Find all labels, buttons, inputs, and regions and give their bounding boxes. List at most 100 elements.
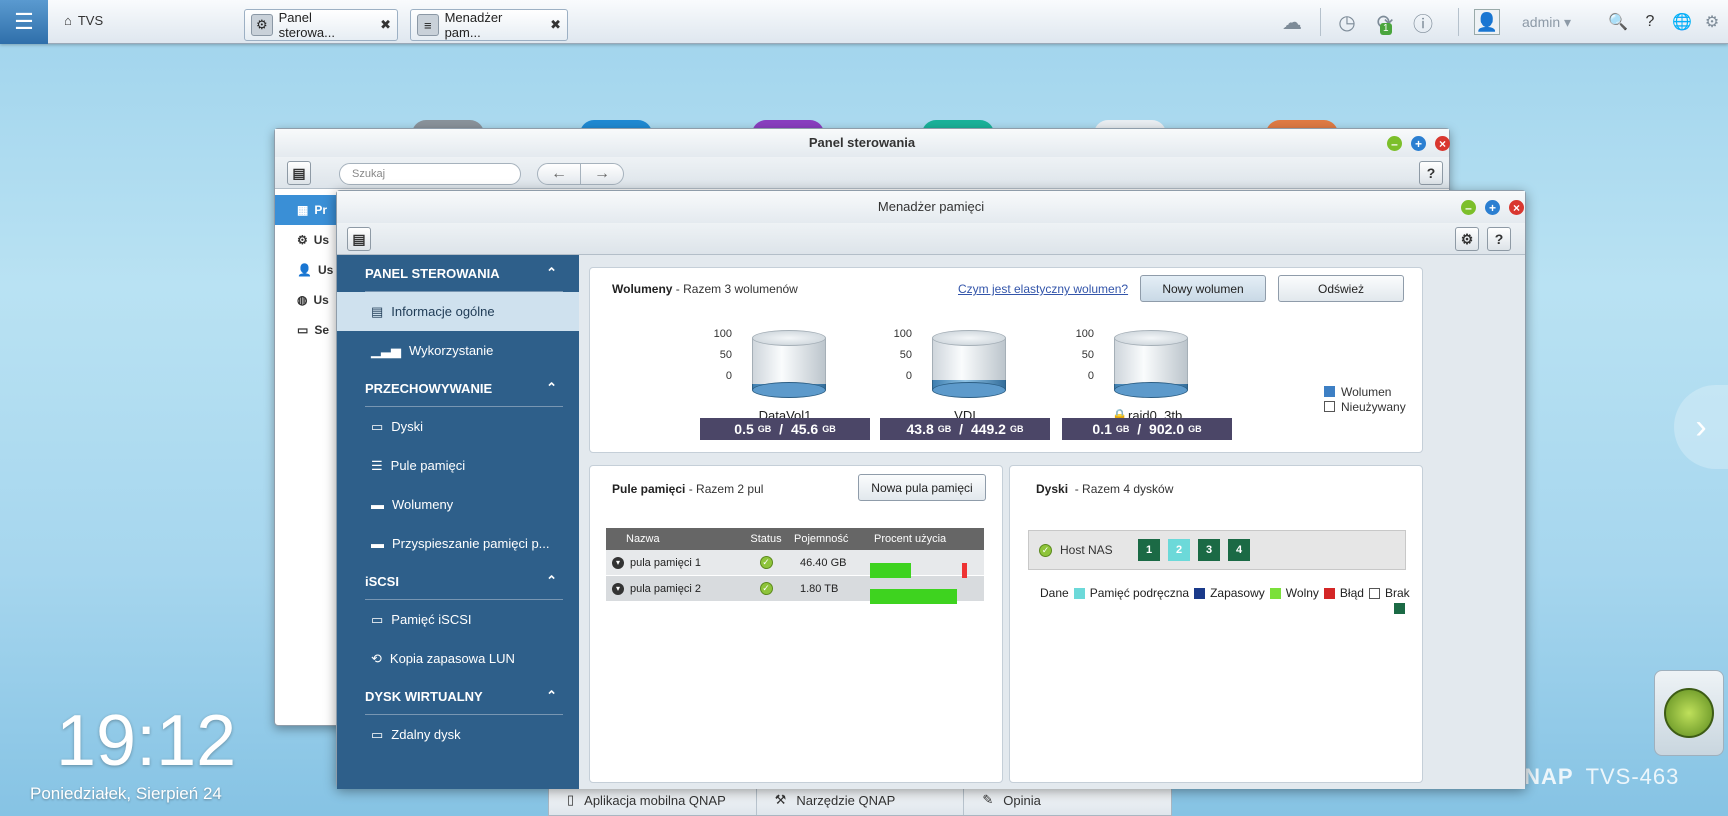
- avatar[interactable]: 👤: [1474, 9, 1500, 35]
- nav-item-cache-acceleration[interactable]: ▬ Przyspieszanie pamięci p...: [337, 524, 579, 563]
- sidebar-item-system[interactable]: ⚙ Us: [275, 225, 337, 255]
- search-input[interactable]: Szukaj: [339, 163, 521, 185]
- maximize-button[interactable]: +: [1485, 200, 1500, 215]
- cloud-icon[interactable]: ☁: [1278, 10, 1306, 34]
- elastic-volume-link[interactable]: Czym jest elastyczny wolumen?: [958, 282, 1128, 296]
- search-icon[interactable]: 🔍: [1608, 10, 1628, 34]
- pools-title: Pule pamięci - Razem 2 pul: [612, 482, 764, 496]
- dashboard-widget[interactable]: [1654, 670, 1724, 756]
- gear-icon: ⚙: [251, 14, 273, 36]
- volume-axis: 100 50 0: [1075, 328, 1094, 382]
- nav-item-remote-disk[interactable]: ▭ Zdalny dysk: [337, 715, 579, 754]
- window-toolbar: ▤ ⚙ ?: [337, 223, 1525, 255]
- minimize-button[interactable]: –: [1387, 136, 1402, 151]
- layout-toggle-button[interactable]: ▤: [347, 227, 371, 251]
- table-header: Nazwa Status Pojemność Procent użycia: [606, 528, 984, 550]
- tab-storage-manager[interactable]: ≡ Menadżer pam... ✖: [410, 9, 568, 41]
- qnap-utility-button[interactable]: ⚒ Narzędzie QNAP: [757, 785, 965, 815]
- sidebar-item-users[interactable]: 👤 Us: [275, 255, 337, 285]
- status-ok-icon: ✓: [759, 582, 773, 595]
- close-icon[interactable]: ✖: [550, 17, 561, 33]
- nav-item-overview[interactable]: ▤ Informacje ogólne: [337, 292, 579, 331]
- volume-cylinder: [752, 330, 826, 398]
- disk-slot-2[interactable]: 2: [1168, 539, 1190, 561]
- hammer-icon: ⚒: [774, 792, 787, 807]
- control-panel-sidebar: ▦ Pr ⚙ Us 👤 Us ◍ Us ▭ Se: [275, 195, 337, 345]
- nav-item-iscsi-storage[interactable]: ▭ Pamięć iSCSI: [337, 600, 579, 639]
- expand-icon[interactable]: ▾: [612, 556, 624, 569]
- ssd-icon: ▬: [371, 536, 384, 551]
- back-button[interactable]: ←: [537, 163, 581, 185]
- volume-icon: ▬: [371, 497, 384, 512]
- chevron-up-icon: ⌃: [546, 380, 557, 395]
- nav-item-disks[interactable]: ▭ Dyski: [337, 407, 579, 446]
- legend-item: Wolumen: [1324, 384, 1406, 399]
- volume-cylinder: [932, 330, 1006, 398]
- nav-item-lun-backup[interactable]: ⟲ Kopia zapasowa LUN: [337, 639, 579, 678]
- disk-slot-1[interactable]: 1: [1138, 539, 1160, 561]
- home-button[interactable]: ⌂ TVS: [64, 13, 103, 28]
- main-menu-button[interactable]: ☰: [0, 0, 48, 44]
- refresh-button[interactable]: Odśwież: [1278, 275, 1404, 302]
- tab-control-panel[interactable]: ⚙ Panel sterowa... ✖: [244, 9, 398, 41]
- clock-icon[interactable]: ◷: [1334, 10, 1360, 34]
- close-button[interactable]: ×: [1435, 136, 1450, 151]
- nav-item-storage-pools[interactable]: ☰ Pule pamięci: [337, 446, 579, 485]
- status-ok-icon: ✓: [759, 556, 773, 569]
- new-volume-button[interactable]: Nowy wolumen: [1140, 275, 1266, 302]
- help-icon[interactable]: ?: [1640, 10, 1660, 34]
- feedback-button[interactable]: ✎ Opinia: [964, 785, 1171, 815]
- language-icon[interactable]: 🌐: [1672, 10, 1692, 34]
- forward-button[interactable]: →: [580, 163, 624, 185]
- phone-icon: ▯: [567, 792, 575, 807]
- disk-slot-4[interactable]: 4: [1228, 539, 1250, 561]
- volumes-title: Wolumeny - Razem 3 wolumenów: [612, 282, 798, 296]
- host-nas-row[interactable]: ✓ Host NAS 1 2 3 4: [1028, 530, 1406, 570]
- storage-pools-panel: Pule pamięci - Razem 2 pul Nowa pula pam…: [589, 465, 1003, 783]
- help-button[interactable]: ?: [1419, 161, 1443, 185]
- close-button[interactable]: ×: [1509, 200, 1524, 215]
- chevron-up-icon: ⌃: [546, 265, 557, 280]
- sidebar-item-network[interactable]: ◍ Us: [275, 285, 337, 315]
- help-button[interactable]: ?: [1487, 227, 1511, 251]
- volume-axis: 100 50 0: [713, 328, 732, 382]
- nav-section-control-panel[interactable]: PANEL STEROWANIA ⌃: [337, 255, 579, 291]
- nav-item-utilization[interactable]: ▁▃▅ Wykorzystanie: [337, 331, 579, 370]
- disk-slot-3[interactable]: 3: [1198, 539, 1220, 561]
- nav-item-volumes[interactable]: ▬ Wolumeny: [337, 485, 579, 524]
- home-icon: ⌂: [64, 13, 72, 28]
- window-title: Menadżer pamięci: [337, 191, 1525, 223]
- edit-icon: ✎: [982, 792, 994, 807]
- minimize-button[interactable]: –: [1461, 200, 1476, 215]
- pool-icon: ☰: [371, 457, 383, 473]
- settings-button[interactable]: ⚙: [1455, 227, 1479, 251]
- gear-icon: ⚙: [297, 233, 308, 247]
- iscsi-icon: ▭: [371, 611, 384, 627]
- main-content: Wolumeny - Razem 3 wolumenów Czym jest e…: [579, 255, 1525, 789]
- nav-section-storage[interactable]: PRZECHOWYWANIE ⌃: [337, 370, 579, 406]
- volume-capacity: 43.8 GB / 449.2 GB: [880, 418, 1050, 440]
- close-icon[interactable]: ✖: [380, 17, 391, 33]
- user-menu[interactable]: admin ▾: [1522, 14, 1571, 31]
- table-row[interactable]: ▾ pula pamięci 2 ✓ 1.80 TB: [606, 576, 984, 604]
- mobile-app-button[interactable]: ▯ Aplikacja mobilna QNAP: [549, 785, 757, 815]
- chevron-up-icon: ⌃: [546, 688, 557, 703]
- layout-toggle-button[interactable]: ▤: [287, 161, 311, 185]
- maximize-button[interactable]: +: [1411, 136, 1426, 151]
- next-page-arrow[interactable]: ›: [1674, 385, 1728, 469]
- nav-section-virtual-disk[interactable]: DYSK WIRTUALNY ⌃: [337, 678, 579, 714]
- sidebar-item-privilege[interactable]: ▦ Pr: [275, 195, 337, 225]
- desktop-date: Poniedziałek, Sierpień 24: [30, 784, 222, 803]
- pools-table: Nazwa Status Pojemność Procent użycia ▾ p…: [606, 528, 984, 604]
- settings-icon[interactable]: ⚙: [1702, 10, 1722, 34]
- expand-icon[interactable]: ▾: [612, 582, 624, 595]
- volumes-legend: Wolumen Nieużywany: [1324, 384, 1406, 414]
- sidebar-item-services[interactable]: ▭ Se: [275, 315, 337, 345]
- globe-icon: ◍: [297, 293, 308, 307]
- overview-icon: ▤: [371, 303, 384, 319]
- nav-section-iscsi[interactable]: iSCSI ⌃: [337, 563, 579, 599]
- info-icon[interactable]: ⓘ: [1410, 10, 1436, 36]
- new-pool-button[interactable]: Nowa pula pamięci: [858, 474, 986, 501]
- table-row[interactable]: ▾ pula pamięci 1 ✓ 46.40 GB: [606, 550, 984, 578]
- notification-badge: 1: [1380, 23, 1392, 35]
